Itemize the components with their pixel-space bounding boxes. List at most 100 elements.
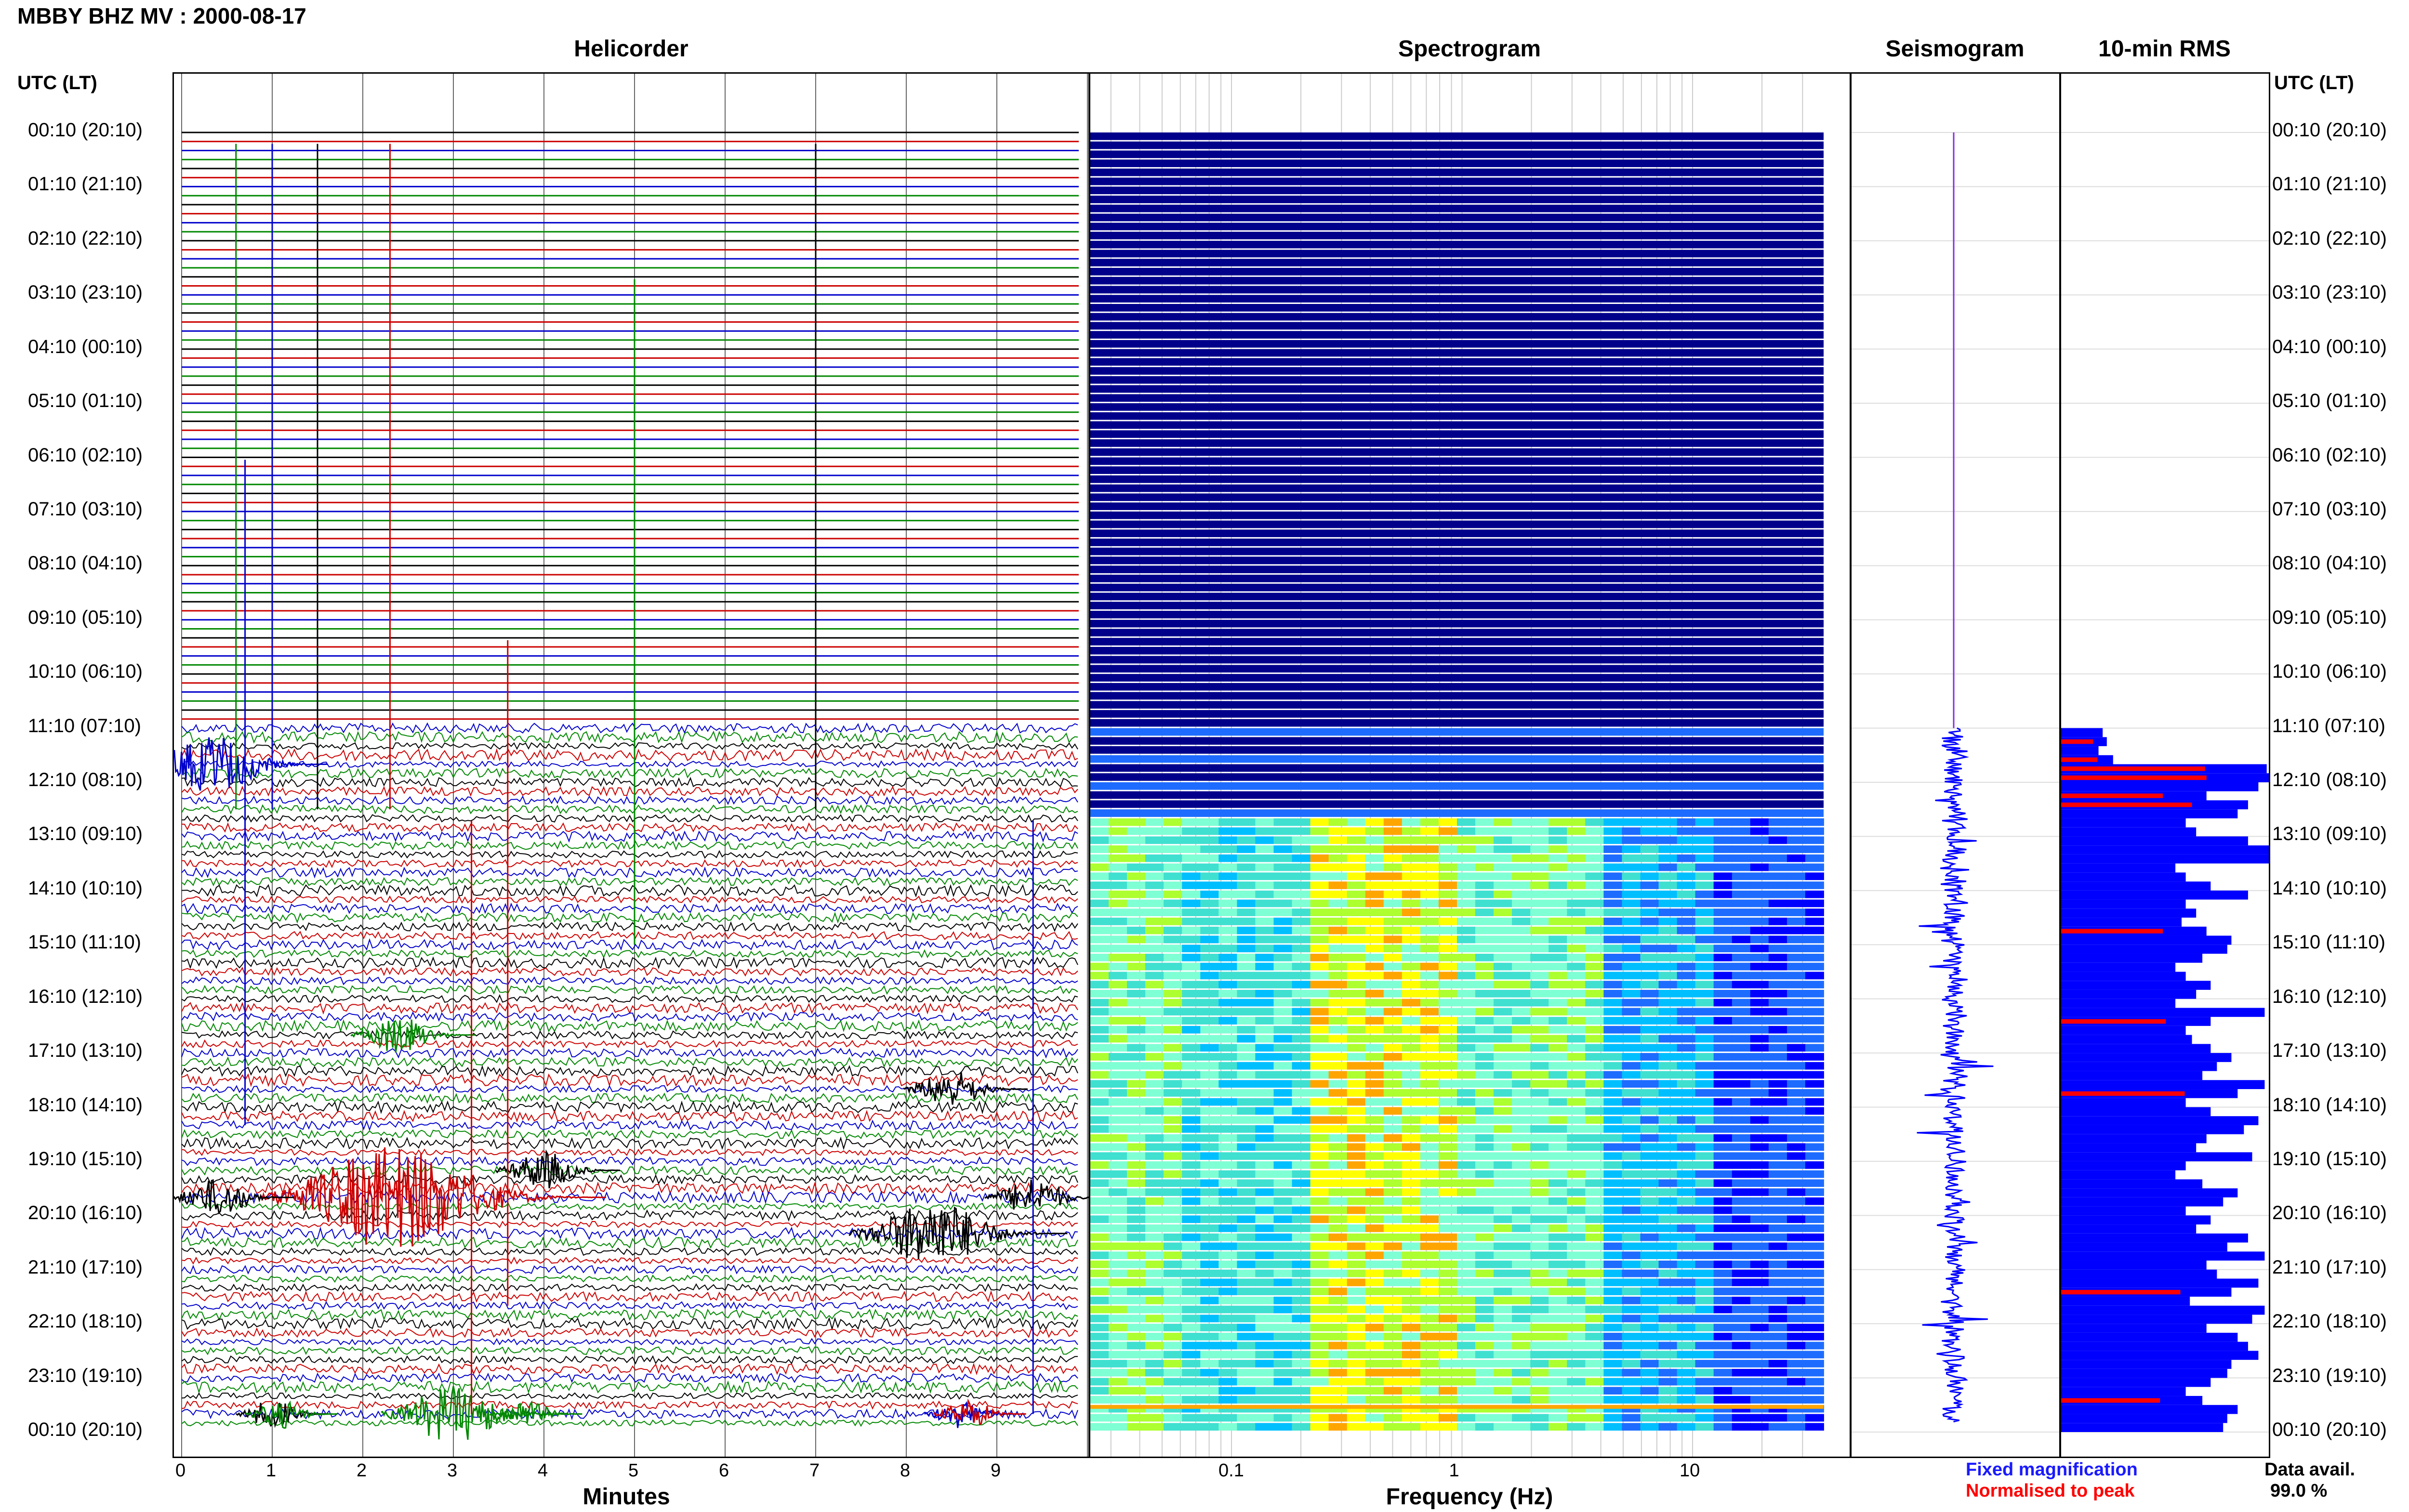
spectro-cell bbox=[1255, 1062, 1274, 1070]
spectro-cell bbox=[1658, 1251, 1678, 1260]
spectro-cell bbox=[1640, 899, 1659, 907]
spectro-cell bbox=[1622, 863, 1641, 871]
spectro-cell bbox=[1438, 1423, 1457, 1431]
rms-bar bbox=[2061, 881, 2211, 891]
rms-bar bbox=[2061, 1062, 2217, 1071]
spectro-cell bbox=[1567, 1324, 1586, 1331]
helicorder-trace bbox=[181, 1380, 1078, 1394]
spectro-cell bbox=[1750, 1423, 1769, 1431]
spectro-cell bbox=[1109, 1188, 1127, 1196]
spectro-cell bbox=[1218, 972, 1238, 980]
spectro-cell bbox=[1237, 918, 1256, 925]
helicorder-trace bbox=[181, 1290, 1078, 1303]
spectro-cell bbox=[1383, 1170, 1403, 1178]
helicorder-trace bbox=[181, 1209, 1078, 1222]
spectro-row bbox=[1090, 141, 1824, 149]
spectro-cell bbox=[1530, 989, 1549, 998]
spectro-cell bbox=[1494, 1387, 1513, 1395]
spectro-cell bbox=[1768, 1332, 1787, 1341]
spectro-cell bbox=[1090, 1387, 1109, 1395]
helicorder-trace bbox=[181, 1056, 1078, 1068]
spectro-cell bbox=[1658, 1008, 1678, 1016]
spectro-cell bbox=[1787, 1197, 1806, 1205]
spectro-row bbox=[1090, 196, 1824, 203]
spectro-cell bbox=[1658, 1396, 1678, 1404]
spectro-cell bbox=[1475, 1170, 1494, 1178]
spectro-cell bbox=[1640, 854, 1659, 862]
spectro-cell bbox=[1200, 1269, 1219, 1277]
spectro-cell bbox=[1640, 1062, 1659, 1070]
spectro-cell bbox=[1732, 1179, 1751, 1187]
spectro-cell bbox=[1127, 1296, 1146, 1304]
spectro-cell bbox=[1768, 1062, 1787, 1070]
spectro-cell bbox=[1310, 1017, 1329, 1025]
spectro-cell bbox=[1310, 935, 1329, 944]
spectro-cell bbox=[1805, 1305, 1824, 1314]
spectro-row bbox=[1090, 358, 1824, 366]
spectro-cell bbox=[1640, 1116, 1659, 1124]
spectro-cell bbox=[1255, 1134, 1274, 1142]
spectro-cell bbox=[1109, 827, 1127, 835]
spectro-cell bbox=[1787, 972, 1806, 980]
helicorder-tick-label: 1 bbox=[266, 1460, 277, 1481]
spectro-cell bbox=[1438, 1152, 1457, 1160]
spectro-cell bbox=[1512, 981, 1531, 988]
spectro-cell bbox=[1713, 1017, 1733, 1025]
spectro-cell bbox=[1347, 863, 1366, 871]
spectro-cell bbox=[1530, 1116, 1549, 1124]
spectro-cell bbox=[1658, 1233, 1678, 1241]
spectro-cell bbox=[1273, 881, 1293, 889]
spectro-row bbox=[1090, 638, 1824, 645]
spectro-cell bbox=[1640, 1378, 1659, 1386]
spectro-cell bbox=[1365, 981, 1384, 988]
spectro-cell bbox=[1805, 1017, 1824, 1025]
spectro-cell bbox=[1658, 1179, 1678, 1187]
spectro-cell bbox=[1365, 836, 1384, 844]
spectro-row bbox=[1090, 809, 1824, 817]
rms-bar bbox=[2061, 1044, 2211, 1053]
spectro-cell bbox=[1805, 945, 1824, 952]
spectro-cell bbox=[1567, 953, 1586, 961]
spectro-cell bbox=[1695, 962, 1714, 971]
spectro-cell bbox=[1310, 1324, 1329, 1331]
spectro-cell bbox=[1658, 972, 1678, 980]
spectro-cell bbox=[1475, 827, 1494, 835]
spectro-cell bbox=[1182, 1296, 1201, 1304]
spectro-cell bbox=[1713, 1296, 1733, 1304]
spectro-row bbox=[1090, 412, 1824, 420]
spectro-cell bbox=[1713, 1215, 1733, 1223]
spectro-cell bbox=[1549, 999, 1568, 1007]
spectro-cell bbox=[1640, 1278, 1659, 1287]
spectro-cell bbox=[1494, 827, 1513, 835]
spectro-cell bbox=[1438, 845, 1457, 853]
spectro-cell bbox=[1420, 1080, 1439, 1088]
spectro-cell bbox=[1145, 1242, 1165, 1250]
spectro-cell bbox=[1530, 1107, 1549, 1115]
spectro-cell bbox=[1237, 908, 1256, 917]
spectro-cell bbox=[1805, 845, 1824, 853]
spectro-cell bbox=[1200, 890, 1219, 898]
spectro-cell bbox=[1365, 1044, 1384, 1052]
spectro-cell bbox=[1182, 1423, 1201, 1431]
spectro-cell bbox=[1328, 1161, 1348, 1169]
spectro-cell bbox=[1677, 1098, 1696, 1106]
spectro-cell bbox=[1750, 1107, 1769, 1115]
spectro-cell bbox=[1292, 1341, 1311, 1350]
spectro-cell bbox=[1585, 1261, 1604, 1268]
spectro-cell bbox=[1732, 1251, 1751, 1260]
spectro-cell bbox=[1200, 1026, 1219, 1034]
spectro-cell bbox=[1622, 1197, 1641, 1205]
spectro-cell bbox=[1457, 1233, 1476, 1241]
spectro-cell bbox=[1640, 1170, 1659, 1178]
spectro-cell bbox=[1768, 989, 1787, 998]
seismogram-header: Seismogram bbox=[1885, 36, 2025, 62]
spectro-cell bbox=[1658, 1278, 1678, 1287]
spectro-cell bbox=[1677, 1215, 1696, 1223]
spectro-cell bbox=[1090, 1152, 1109, 1160]
spectro-cell bbox=[1090, 1215, 1109, 1223]
spectro-cell bbox=[1695, 899, 1714, 907]
spectro-cell bbox=[1090, 1170, 1109, 1178]
rms-bar bbox=[2061, 989, 2197, 999]
spectro-cell bbox=[1255, 1008, 1274, 1016]
rms-normalised-bar bbox=[2061, 757, 2098, 762]
